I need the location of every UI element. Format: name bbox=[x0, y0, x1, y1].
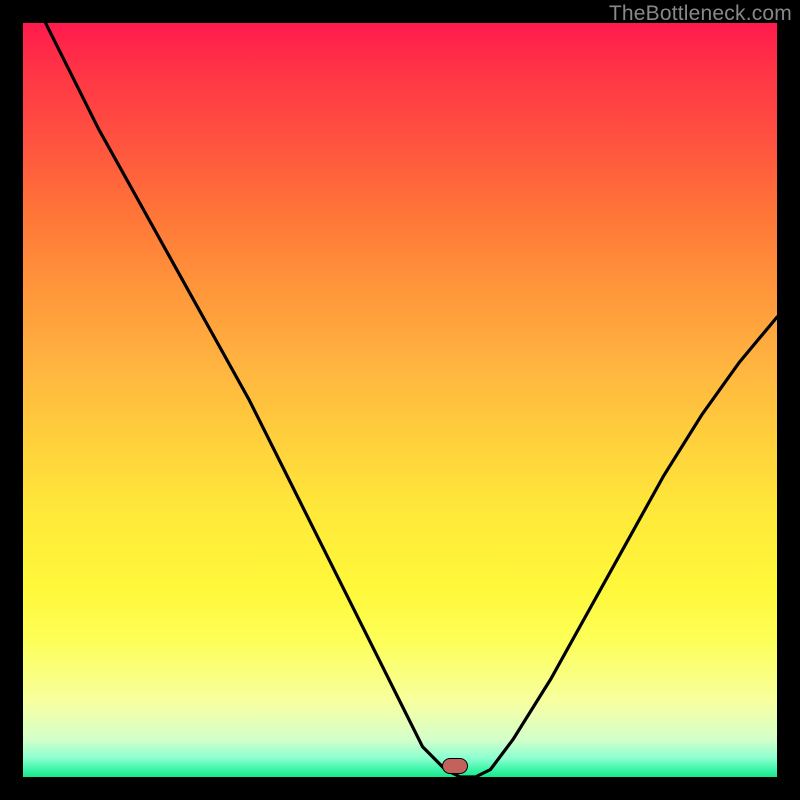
optimal-marker bbox=[442, 758, 468, 774]
plot-area bbox=[23, 23, 777, 777]
chart-frame: TheBottleneck.com bbox=[0, 0, 800, 800]
bottleneck-curve bbox=[23, 23, 777, 777]
watermark-text: TheBottleneck.com bbox=[609, 2, 792, 26]
